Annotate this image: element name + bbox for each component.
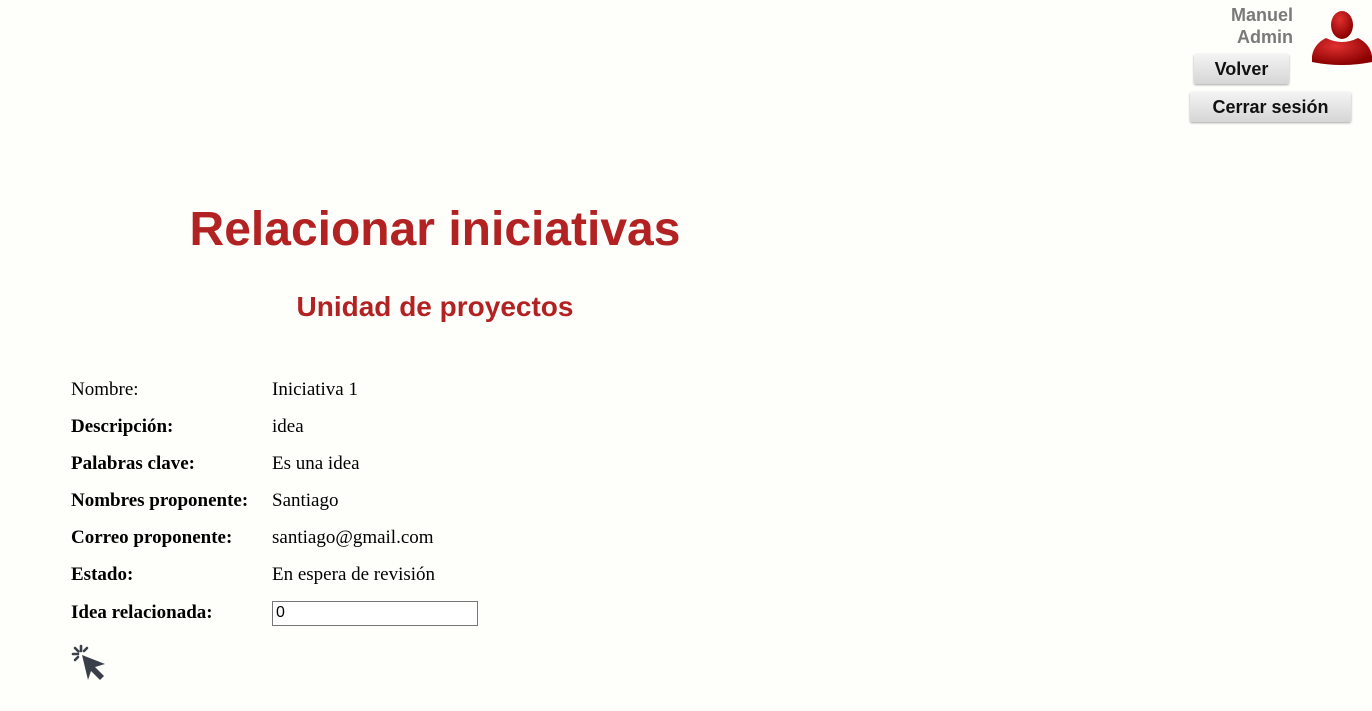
user-silhouette-icon <box>1312 11 1372 65</box>
user-role: Admin <box>1237 27 1293 47</box>
page-title: Relacionar iniciativas <box>189 203 681 256</box>
nombres-proponente-value: Santiago <box>272 489 339 511</box>
detail-row-descripcion: Descripción: idea <box>68 408 481 445</box>
detail-row-estado: Estado: En espera de revisión <box>68 556 481 593</box>
user-first-name: Manuel <box>1230 5 1293 25</box>
click-cursor-icon[interactable] <box>71 644 109 682</box>
estado-value: En espera de revisión <box>272 563 436 585</box>
idea-relacionada-label: Idea relacionada: <box>71 602 213 623</box>
detail-row-nombres-proponente: Nombres proponente: Santiago <box>68 482 481 519</box>
nombres-proponente-label: Nombres proponente: <box>71 489 249 511</box>
initiative-details: Nombre: Iniciativa 1 Descripción: idea P… <box>68 371 481 633</box>
estado-label: Estado: <box>71 563 134 585</box>
logout-button[interactable]: Cerrar sesión <box>1190 92 1351 122</box>
back-button[interactable]: Volver <box>1194 54 1289 84</box>
idea-relacionada-input[interactable] <box>272 600 478 626</box>
nombre-value: Iniciativa 1 <box>272 378 358 400</box>
correo-proponente-value: santiago@gmail.com <box>272 526 434 548</box>
correo-proponente-label: Correo proponente: <box>71 526 233 548</box>
palabras-clave-label: Palabras clave: <box>71 452 196 474</box>
nombre-label: Nombre: <box>71 378 139 400</box>
descripcion-value: idea <box>272 415 304 437</box>
idea-relacionada-cell <box>269 593 481 633</box>
detail-row-palabras-clave: Palabras clave: Es una idea <box>68 445 481 482</box>
user-name: Manuel Admin <box>1205 4 1293 48</box>
page-subtitle: Unidad de proyectos <box>296 291 574 322</box>
detail-row-nombre: Nombre: Iniciativa 1 <box>68 371 481 408</box>
palabras-clave-value: Es una idea <box>272 452 360 474</box>
detail-row-correo-proponente: Correo proponente: santiago@gmail.com <box>68 519 481 556</box>
descripcion-label: Descripción: <box>71 415 174 437</box>
detail-row-idea-relacionada: Idea relacionada: <box>68 593 481 633</box>
